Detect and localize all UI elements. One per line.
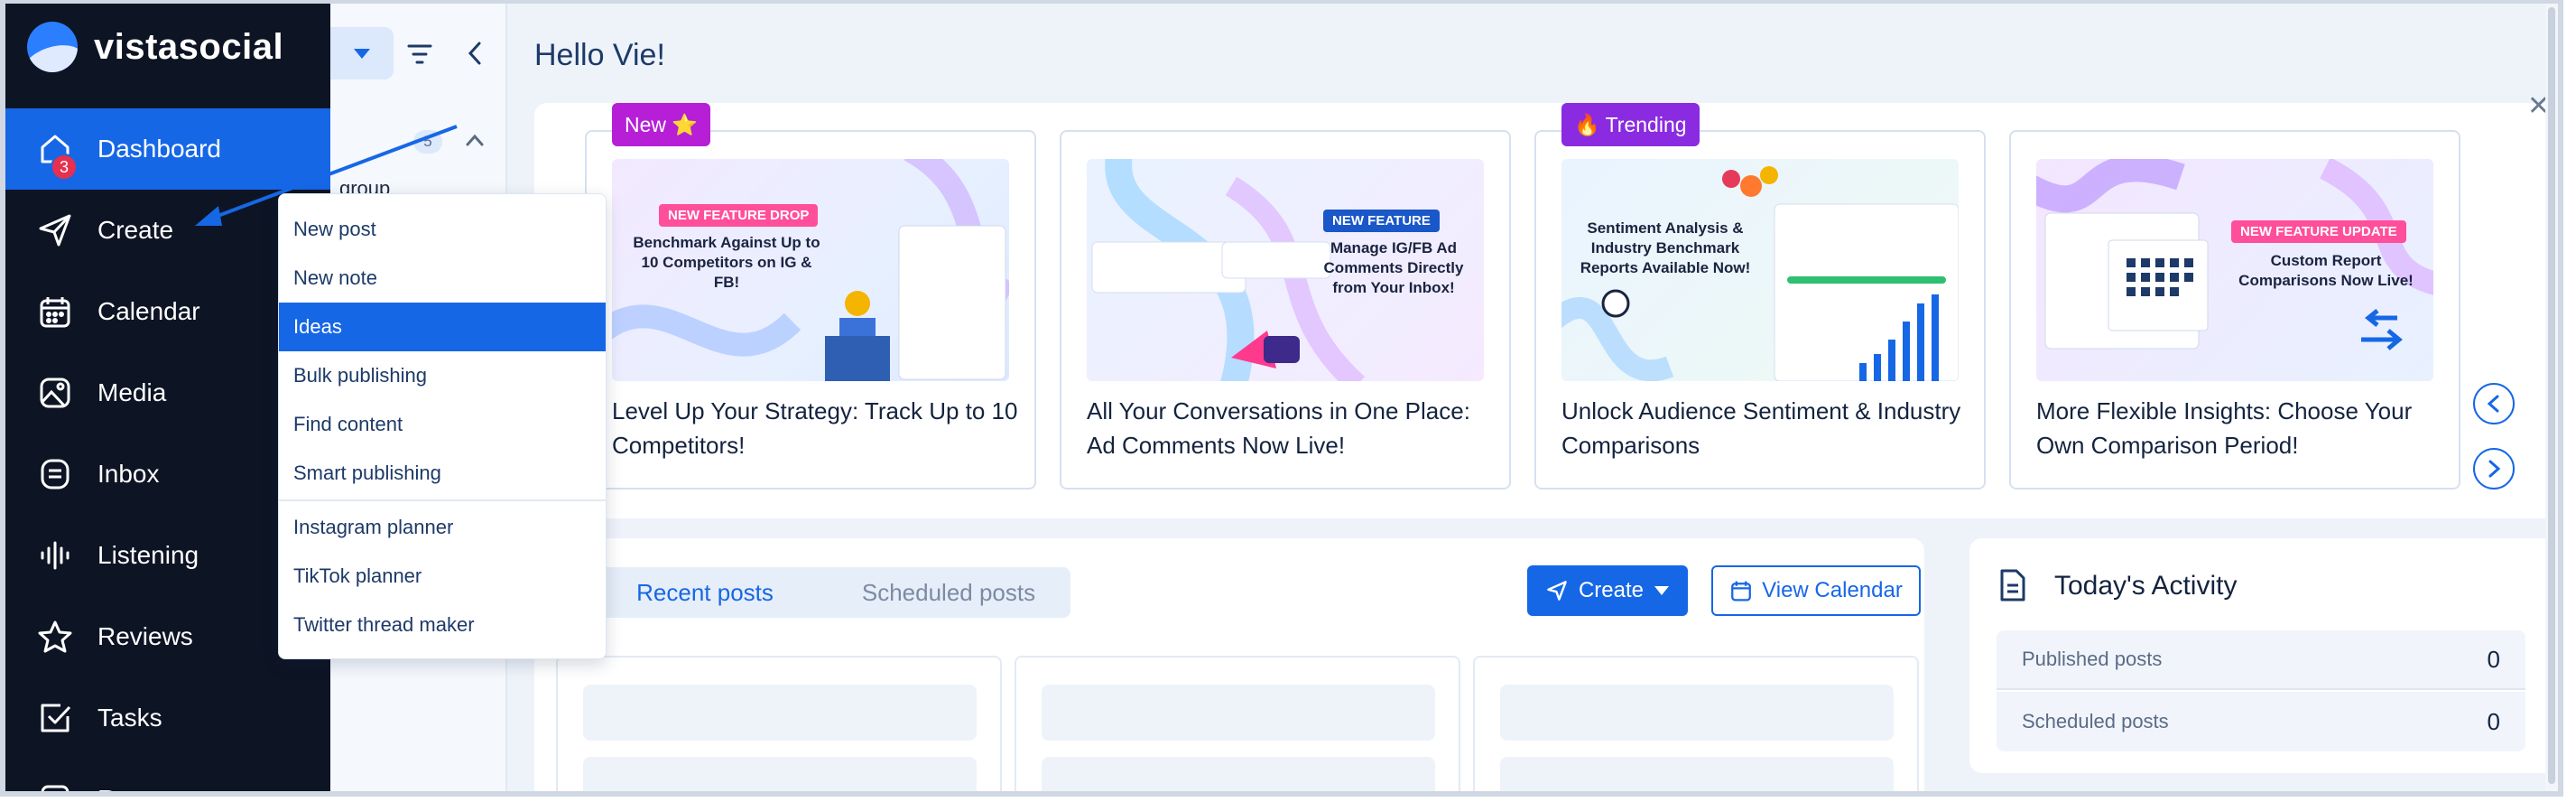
calendar-icon <box>36 293 74 331</box>
feature-card[interactable]: NEW FEATURE DROP Benchmark Against Up to… <box>585 130 1036 490</box>
profile-group-dropdown[interactable] <box>330 27 394 79</box>
menu-item-new-post[interactable]: New post <box>279 205 606 254</box>
main-content: Hello Vie! ✕ New ⭐ NEW FEATURE DROP Benc… <box>507 4 2558 791</box>
send-icon <box>1547 581 1567 601</box>
logo-text: vistasocial <box>94 26 284 67</box>
sidebar-item-label: Reviews <box>97 622 193 650</box>
calendar-icon <box>1731 581 1752 602</box>
chevron-down-icon <box>354 48 370 59</box>
loading-skeleton <box>1042 685 1435 741</box>
sidebar-item-reports[interactable]: Reports <box>5 759 330 791</box>
menu-item-twitter-thread-maker[interactable]: Twitter thread maker <box>279 601 606 649</box>
feature-card-image: NEW FEATURE UPDATE Custom Report Compari… <box>2036 159 2433 381</box>
menu-item-ideas[interactable]: Ideas <box>279 303 606 351</box>
feature-card-title: Unlock Audience Sentiment & Industry Com… <box>1561 397 1961 459</box>
carousel-prev-icon[interactable] <box>2473 383 2515 424</box>
posts-tabs: Recent posts Scheduled posts <box>583 567 1070 618</box>
menu-item-bulk-publishing[interactable]: Bulk publishing <box>279 351 606 400</box>
feature-card[interactable]: NEW FEATURE UPDATE Custom Report Compari… <box>2009 130 2460 490</box>
sidebar-item-label: Dashboard <box>97 135 221 163</box>
logo[interactable]: vistasocial <box>27 22 283 72</box>
trending-tag: 🔥 Trending <box>1561 103 1700 146</box>
collapse-chevron-icon[interactable] <box>464 40 486 71</box>
vertical-scrollbar[interactable] <box>2545 4 2558 791</box>
loading-skeleton <box>583 685 977 741</box>
feature-card-title: More Flexible Insights: Choose Your Own … <box>2036 397 2413 459</box>
new-tag: New ⭐ <box>612 103 711 146</box>
loading-skeleton <box>583 757 977 791</box>
feature-card-title: Level Up Your Strategy: Track Up to 10 C… <box>612 397 1018 459</box>
menu-item-smart-publishing[interactable]: Smart publishing <box>279 449 606 498</box>
feature-pill: NEW FEATURE <box>1323 210 1440 232</box>
notification-badge: 3 <box>51 154 78 181</box>
report-icon <box>36 780 74 791</box>
tab-scheduled-posts[interactable]: Scheduled posts <box>827 567 1070 618</box>
activity-row-published: Published posts 0 <box>1997 630 2525 690</box>
sidebar-item-dashboard[interactable]: 3 Dashboard <box>5 108 330 190</box>
activity-row-label: Scheduled posts <box>2022 710 2169 732</box>
feature-image-text: Benchmark Against Up to 10 Competitors o… <box>633 234 820 291</box>
feature-pill: NEW FEATURE DROP <box>659 204 819 227</box>
logo-mark-icon <box>27 22 78 72</box>
activity-row-label: Published posts <box>2022 648 2163 670</box>
todays-activity-panel: Today's Activity Published posts 0 Sched… <box>1969 538 2558 773</box>
posts-panel: Recent posts Scheduled posts Create View… <box>534 538 1924 791</box>
image-icon <box>36 374 74 412</box>
menu-item-tiktok-planner[interactable]: TikTok planner <box>279 552 606 601</box>
feature-card-image: NEW FEATURE DROP Benchmark Against Up to… <box>612 159 1009 381</box>
create-post-button[interactable]: Create <box>1527 565 1688 616</box>
sidebar-item-tasks[interactable]: Tasks <box>5 677 330 759</box>
sidebar-item-label: Inbox <box>97 460 160 488</box>
feature-image-text: Manage IG/FB Ad Comments Directly from Y… <box>1323 239 1464 296</box>
app-window: vistasocial 3 Dashboard Create Calendar … <box>0 0 2563 797</box>
post-placeholder-column <box>1473 656 1919 791</box>
activity-row-value: 0 <box>2487 707 2500 735</box>
loading-skeleton <box>1500 757 1894 791</box>
tab-recent-posts[interactable]: Recent posts <box>583 567 827 618</box>
loading-skeleton <box>1500 685 1894 741</box>
activity-title: Today's Activity <box>2054 571 2238 601</box>
audio-wave-icon <box>36 536 74 574</box>
feature-image-text: Custom Report Comparisons Now Live! <box>2238 252 2414 289</box>
filter-icon[interactable] <box>406 42 433 71</box>
view-calendar-label: View Calendar <box>1762 578 1903 602</box>
sidebar-item-label: Listening <box>97 541 199 569</box>
menu-item-new-note[interactable]: New note <box>279 254 606 303</box>
feature-card-title: All Your Conversations in One Place: Ad … <box>1087 397 1470 459</box>
sidebar-item-label: Create <box>97 216 174 244</box>
feature-card-image: Sentiment Analysis & Industry Benchmark … <box>1561 159 1959 381</box>
chevron-down-icon <box>1654 586 1670 595</box>
chevron-up-icon[interactable] <box>464 132 486 153</box>
create-button-label: Create <box>1578 578 1645 602</box>
feature-card[interactable]: NEW FEATURE Manage IG/FB Ad Comments Dir… <box>1060 130 1511 490</box>
post-placeholder-column <box>556 656 1002 791</box>
create-dropdown-menu: New post New note Ideas Bulk publishing … <box>278 193 607 659</box>
feature-card-image: NEW FEATURE Manage IG/FB Ad Comments Dir… <box>1087 159 1484 381</box>
activity-row-value: 0 <box>2487 645 2500 673</box>
carousel-next-icon[interactable] <box>2473 448 2515 490</box>
star-icon <box>36 618 74 656</box>
sidebar-item-label: Tasks <box>97 704 162 732</box>
menu-item-find-content[interactable]: Find content <box>279 400 606 449</box>
scrollbar-thumb[interactable] <box>2548 7 2555 784</box>
inbox-icon <box>36 455 74 493</box>
document-icon <box>1997 567 2029 608</box>
page-greeting: Hello Vie! <box>534 38 665 72</box>
sidebar-item-label: Calendar <box>97 297 200 325</box>
view-calendar-button[interactable]: View Calendar <box>1711 565 1921 616</box>
post-placeholder-column <box>1015 656 1460 791</box>
activity-row-scheduled: Scheduled posts 0 <box>1997 692 2525 751</box>
feature-card[interactable]: Sentiment Analysis & Industry Benchmark … <box>1534 130 1986 490</box>
menu-item-instagram-planner[interactable]: Instagram planner <box>279 503 606 552</box>
sidebar-item-label: Reports <box>97 785 186 791</box>
menu-divider <box>279 499 606 501</box>
feature-pill: NEW FEATURE UPDATE <box>2231 220 2406 243</box>
sidebar-item-label: Media <box>97 378 167 406</box>
checkbox-icon <box>36 699 74 737</box>
loading-skeleton <box>1042 757 1435 791</box>
feature-image-text: Sentiment Analysis & Industry Benchmark … <box>1580 219 1751 276</box>
send-icon <box>36 211 74 249</box>
group-count-badge: 5 <box>413 130 442 154</box>
